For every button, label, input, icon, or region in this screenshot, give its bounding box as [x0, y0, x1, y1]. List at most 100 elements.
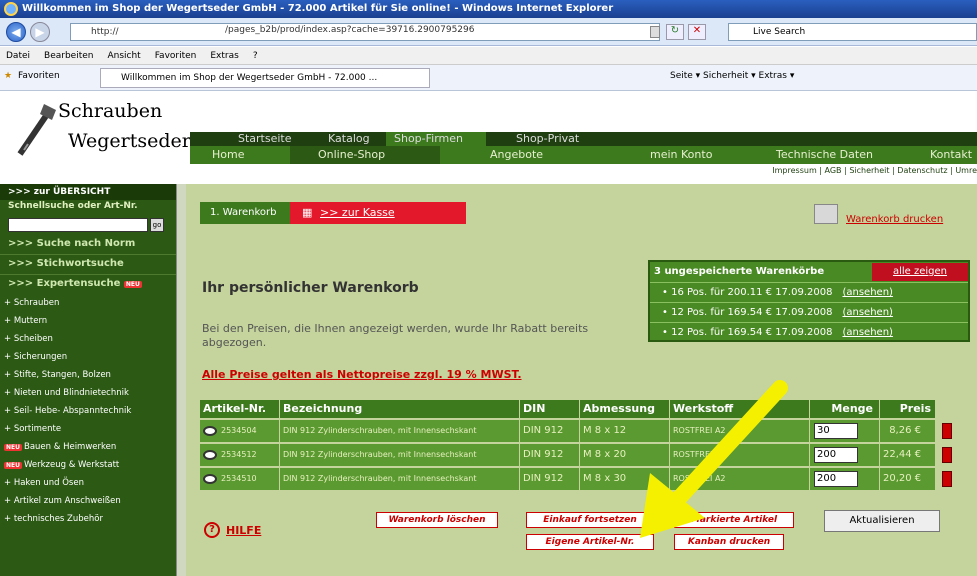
- sidebar-item-haken[interactable]: + Haken und Ösen: [4, 478, 84, 488]
- favorites-button[interactable]: Favoriten: [18, 71, 60, 81]
- address-toolbar: ◀ ▶ http:// /pages_b2b/prod/index.asp?ca…: [0, 18, 977, 46]
- nav-online-shop[interactable]: Online-Shop: [290, 146, 440, 164]
- update-button[interactable]: Aktualisieren: [824, 510, 940, 532]
- saved-cart-row: • 12 Pos. für 169.54 € 17.09.2008 (ansehe…: [650, 322, 968, 342]
- delete-icon[interactable]: [942, 471, 952, 487]
- help-icon[interactable]: ?: [204, 522, 220, 538]
- nav-mein-konto[interactable]: mein Konto: [650, 146, 712, 164]
- ie-logo-icon: [4, 2, 18, 16]
- sidebar-divider: [0, 254, 176, 255]
- nav-home[interactable]: Home: [212, 146, 244, 164]
- delete-icon[interactable]: [942, 423, 952, 439]
- stop-icon[interactable]: ✕: [688, 24, 706, 40]
- nav-shop-privat[interactable]: Shop-Privat: [516, 132, 579, 146]
- nav-kontakt[interactable]: Kontakt: [930, 146, 972, 164]
- refresh-icon[interactable]: ↻: [666, 24, 684, 40]
- address-path: /pages_b2b/prod/index.asp?cache=39716.29…: [225, 25, 475, 35]
- sidebar-link-experten[interactable]: >>> Expertensuche NEU: [8, 278, 144, 289]
- favorites-bar: ★ Favoriten Willkommen im Shop der Weger…: [0, 65, 977, 91]
- print-cart-link[interactable]: Warenkorb drucken: [846, 214, 943, 225]
- quantity-input[interactable]: 200: [814, 471, 858, 487]
- table-row-price: 8,26 €: [880, 420, 936, 442]
- nav-angebote[interactable]: Angebote: [490, 146, 543, 164]
- favorites-star-icon[interactable]: ★: [4, 71, 12, 81]
- back-button-icon[interactable]: ◀: [6, 22, 26, 42]
- menu-ansicht[interactable]: Ansicht: [107, 51, 140, 61]
- neu-badge: NEU: [123, 281, 142, 288]
- sidebar-item-seil[interactable]: + Seil- Hebe- Abspanntechnik: [4, 406, 131, 416]
- eye-icon[interactable]: [203, 449, 217, 460]
- checkout-button[interactable]: ▦ >> zur Kasse: [290, 202, 466, 224]
- browser-tab[interactable]: Willkommen im Shop der Wegertseder GmbH …: [100, 68, 430, 88]
- sidebar-link-stichwort[interactable]: >>> Stichwortsuche: [8, 258, 124, 269]
- menu-bearbeiten[interactable]: Bearbeiten: [44, 51, 93, 61]
- main-content: 1. Warenkorb ▦ >> zur Kasse Warenkorb dru…: [186, 184, 977, 576]
- nav-startseite[interactable]: Startseite: [238, 132, 292, 146]
- sidebar-link-norm[interactable]: >>> Suche nach Norm: [8, 238, 135, 249]
- col-preis: Preis: [880, 400, 936, 418]
- sidebar-item-scheiben[interactable]: + Scheiben: [4, 334, 53, 344]
- clear-cart-button[interactable]: Warenkorb löschen: [376, 512, 498, 528]
- site-header: Schrauben Wegertseder Startseite Katalog…: [0, 92, 977, 184]
- sidebar-quicksearch-label: Schnellsuche oder Art-Nr.: [8, 201, 138, 211]
- sidebar-item-werkzeug[interactable]: NEU Werkzeug & Werkstatt: [4, 460, 119, 470]
- sidebar-divider: [0, 274, 176, 275]
- table-row-din: DIN 912: [520, 444, 580, 466]
- view-cart-link[interactable]: (ansehen): [842, 327, 892, 338]
- menu-help[interactable]: ?: [253, 51, 258, 61]
- sidebar-item-schrauben[interactable]: + Schrauben: [4, 298, 59, 308]
- help-link[interactable]: HILFE: [226, 524, 261, 537]
- nav-shop-firmen[interactable]: Shop-Firmen: [386, 132, 486, 146]
- table-row-bezeichnung: DIN 912 Zylinderschrauben, mit Innensech…: [280, 468, 520, 490]
- view-cart-link[interactable]: (ansehen): [842, 307, 892, 318]
- table-row-price: 20,20 €: [880, 468, 936, 490]
- menu-extras[interactable]: Extras: [210, 51, 238, 61]
- top-navigation: Startseite Katalog Shop-Firmen Shop-Priv…: [190, 132, 977, 146]
- sidebar-scrollbar[interactable]: [176, 184, 186, 576]
- table-row-bezeichnung: DIN 912 Zylinderschrauben, mit Innensech…: [280, 420, 520, 442]
- col-menge: Menge: [810, 400, 880, 418]
- menu-favoriten[interactable]: Favoriten: [155, 51, 197, 61]
- tab-warenkorb[interactable]: 1. Warenkorb: [200, 202, 290, 224]
- table-row-artnr: 2534504: [200, 420, 280, 442]
- sidebar-item-muttern[interactable]: + Muttern: [4, 316, 47, 326]
- sidebar-item-nieten[interactable]: + Nieten und Blindnietechnik: [4, 388, 129, 398]
- sidebar-overview-link[interactable]: >>> zur ÜBERSICHT: [0, 184, 176, 200]
- quantity-input[interactable]: 200: [814, 447, 858, 463]
- impressum-links[interactable]: Impressum | AGB | Sicherheit | Datenschu…: [190, 164, 977, 178]
- vat-notice: Alle Preise gelten als Nettopreise zzgl.…: [202, 368, 522, 381]
- nav-technische-daten[interactable]: Technische Daten: [776, 146, 873, 164]
- search-input[interactable]: Live Search: [728, 23, 977, 41]
- saved-cart-row: • 16 Pos. für 200.11 € 17.09.2008 (ansehe…: [650, 282, 968, 302]
- table-row-din: DIN 912: [520, 468, 580, 490]
- quicksearch-go-button[interactable]: go: [150, 218, 164, 232]
- logo-text-schrauben: Schrauben: [58, 100, 163, 122]
- annotation-arrow-icon: [640, 380, 788, 538]
- window-title: Willkommen im Shop der Wegertseder GmbH …: [0, 0, 977, 18]
- eye-icon[interactable]: [203, 425, 217, 436]
- table-row-bezeichnung: DIN 912 Zylinderschrauben, mit Innensech…: [280, 444, 520, 466]
- address-dropdown-icon[interactable]: [650, 26, 660, 38]
- eye-icon[interactable]: [203, 473, 217, 484]
- view-cart-link[interactable]: (ansehen): [842, 287, 892, 298]
- sidebar-item-sortimente[interactable]: + Sortimente: [4, 424, 61, 434]
- quantity-input[interactable]: 30: [814, 423, 858, 439]
- command-bar[interactable]: Seite ▾ Sicherheit ▾ Extras ▾: [670, 71, 794, 81]
- quicksearch-input[interactable]: [8, 218, 148, 232]
- sidebar-item-stifte[interactable]: + Stifte, Stangen, Bolzen: [4, 370, 111, 380]
- col-bezeichnung: Bezeichnung: [280, 400, 520, 418]
- table-row-price: 22,44 €: [880, 444, 936, 466]
- calculator-icon: ▦: [302, 206, 313, 219]
- delete-icon[interactable]: [942, 447, 952, 463]
- printer-icon[interactable]: [814, 204, 838, 224]
- sidebar-item-bauen[interactable]: NEU Bauen & Heimwerken: [4, 442, 116, 452]
- table-row-artnr: 2534512: [200, 444, 280, 466]
- sidebar: >>> zur ÜBERSICHT Schnellsuche oder Art-…: [0, 184, 186, 576]
- nav-katalog[interactable]: Katalog: [328, 132, 370, 146]
- forward-button-icon[interactable]: ▶: [30, 22, 50, 42]
- show-all-button[interactable]: alle zeigen: [872, 263, 968, 281]
- sidebar-item-sicherungen[interactable]: + Sicherungen: [4, 352, 67, 362]
- sidebar-item-anschweissen[interactable]: + Artikel zum Anschweißen: [4, 496, 121, 506]
- sidebar-item-zubehoer[interactable]: + technisches Zubehör: [4, 514, 103, 524]
- menu-datei[interactable]: Datei: [6, 51, 30, 61]
